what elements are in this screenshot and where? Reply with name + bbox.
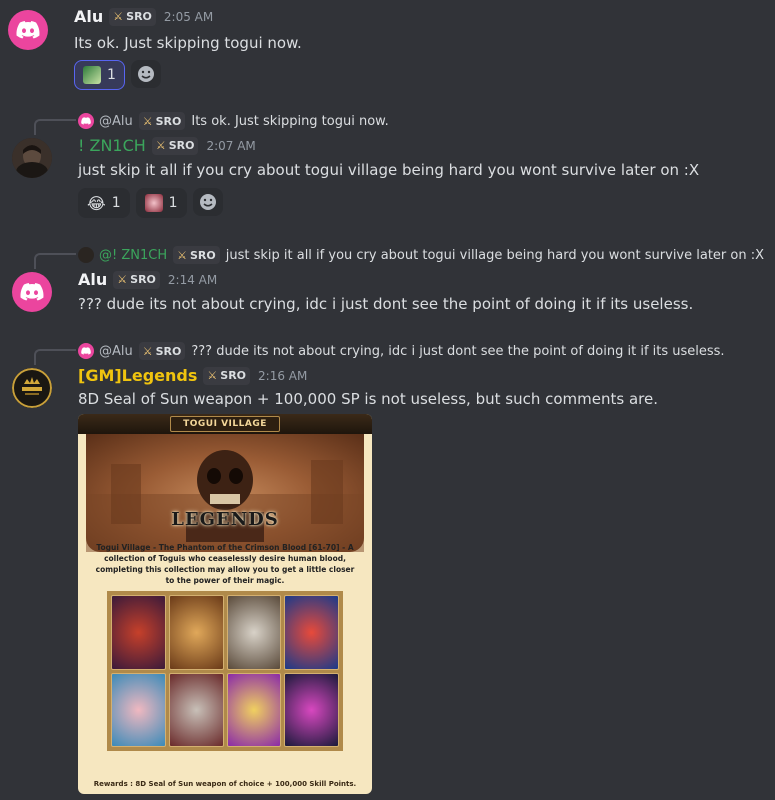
message-text: Its ok. Just skipping togui now. [74, 34, 302, 52]
reply-username[interactable]: @! ZN1CH [99, 248, 167, 263]
reaction-button[interactable]: 1 [135, 188, 187, 218]
clan-tag-badge[interactable]: ⚔ SRO [109, 7, 156, 26]
reactions: 1 [74, 60, 161, 90]
timestamp: 2:16 AM [258, 368, 308, 383]
custom-emoji-icon [144, 194, 163, 212]
message-header: Alu ⚔ SRO 2:14 AM [78, 270, 217, 289]
timestamp: 2:14 AM [167, 272, 218, 287]
reply-preview[interactable]: @Alu ⚔ SRO ??? dude its not about crying… [78, 342, 725, 360]
clan-tag: SRO [130, 273, 156, 286]
clan-tag: SRO [220, 369, 247, 382]
reply-username[interactable]: @Alu [99, 344, 133, 359]
reply-text: just skip it all if you cry about togui … [225, 247, 765, 263]
item-sorceress-icon [284, 672, 339, 747]
sword-icon: ⚔ [117, 273, 128, 286]
reply-clan-tag-badge: ⚔ SRO [138, 342, 186, 360]
reply-connector [34, 119, 76, 135]
item-book-icon [168, 595, 224, 670]
image-attachment[interactable]: TOGUI VILLAGE LEGENDS Togui Village - Th… [78, 414, 372, 794]
message-text: ??? dude its not about crying, idc i jus… [78, 295, 694, 313]
smiley-icon [199, 194, 216, 210]
card-rewards: Rewards : 8D Seal of Sun weapon of choic… [93, 780, 357, 788]
reply-clan-tag-badge: ⚔ SRO [173, 246, 220, 264]
username[interactable]: ! ZN1CH [78, 136, 146, 155]
joy-emoji-icon: 😂 [87, 193, 106, 213]
user-photo-icon [12, 138, 52, 178]
message-text: just skip it all if you cry about togui … [78, 161, 700, 179]
timestamp: 2:07 AM [206, 138, 256, 153]
message-header: [GM]Legends ⚔ SRO 2:16 AM [78, 366, 307, 385]
message-text: 8D Seal of Sun weapon + 100,000 SP is no… [78, 390, 658, 408]
reply-connector [34, 349, 76, 365]
reply-avatar [78, 343, 94, 359]
legends-crown-logo-icon [12, 368, 52, 408]
add-reaction-button[interactable] [130, 60, 161, 88]
legends-logo: LEGENDS [171, 509, 279, 530]
reaction-count: 1 [168, 195, 178, 211]
reply-avatar [78, 247, 94, 263]
discord-avatar[interactable] [12, 272, 52, 312]
reactions: 😂 1 1 [78, 188, 223, 218]
sword-icon: ⚔ [113, 10, 124, 23]
user-avatar[interactable] [12, 138, 52, 178]
message-header: ! ZN1CH ⚔ SRO 2:07 AM [78, 136, 256, 155]
reply-avatar [78, 113, 94, 129]
add-reaction-button[interactable] [192, 188, 223, 216]
reaction-count: 1 [111, 195, 121, 211]
clan-tag: SRO [155, 344, 182, 358]
reply-clan-tag-badge: ⚔ SRO [138, 112, 186, 130]
smiley-icon [137, 66, 154, 82]
clan-tag: SRO [155, 114, 182, 128]
clan-tag: SRO [189, 248, 216, 262]
username[interactable]: Alu [78, 270, 107, 289]
sword-icon: ⚔ [142, 114, 153, 128]
reply-preview[interactable]: @Alu ⚔ SRO Its ok. Just skipping togui n… [78, 112, 389, 130]
sword-icon: ⚔ [207, 369, 218, 382]
clan-tag: SRO [168, 139, 195, 152]
reply-text: Its ok. Just skipping togui now. [191, 113, 389, 129]
message-header: Alu ⚔ SRO 2:05 AM [74, 7, 213, 26]
username[interactable]: [GM]Legends [78, 366, 197, 385]
reply-connector [34, 253, 76, 269]
reply-username[interactable]: @Alu [99, 114, 133, 129]
sword-icon: ⚔ [177, 248, 187, 262]
item-gem-icon [111, 595, 166, 670]
card-title: TOGUI VILLAGE [170, 416, 280, 432]
item-pig-creature-icon [111, 672, 166, 747]
custom-emoji-icon [83, 66, 101, 84]
discord-logo-icon [20, 283, 44, 301]
togui-village-artwork [86, 434, 364, 552]
clan-tag-badge[interactable]: ⚔ SRO [151, 136, 199, 155]
reply-preview[interactable]: @! ZN1CH ⚔ SRO just skip it all if you c… [78, 246, 764, 264]
item-blades-icon [168, 672, 224, 747]
discord-logo-icon [16, 21, 40, 39]
collection-grid [107, 591, 343, 751]
reaction-count: 1 [107, 67, 116, 83]
card-description: Togui Village - The Phantom of the Crims… [95, 543, 355, 585]
sword-icon: ⚔ [155, 139, 166, 152]
clan-tag-badge[interactable]: ⚔ SRO [113, 270, 160, 289]
discord-avatar[interactable] [8, 10, 48, 50]
clan-tag: SRO [126, 10, 152, 23]
skull-statue-icon [86, 450, 364, 552]
reply-text: ??? dude its not about crying, idc i jus… [191, 343, 725, 359]
legends-avatar[interactable] [12, 368, 52, 408]
item-talisman-icon [284, 595, 339, 670]
sword-icon: ⚔ [142, 344, 153, 358]
item-skull-icon [226, 595, 282, 670]
username[interactable]: Alu [74, 7, 103, 26]
clan-tag-badge[interactable]: ⚔ SRO [203, 366, 251, 385]
reaction-button[interactable]: 😂 1 [78, 188, 130, 218]
card-banner: TOGUI VILLAGE [78, 414, 372, 434]
item-scroll-icon [226, 672, 282, 747]
reaction-button[interactable]: 1 [74, 60, 125, 90]
timestamp: 2:05 AM [163, 9, 214, 24]
